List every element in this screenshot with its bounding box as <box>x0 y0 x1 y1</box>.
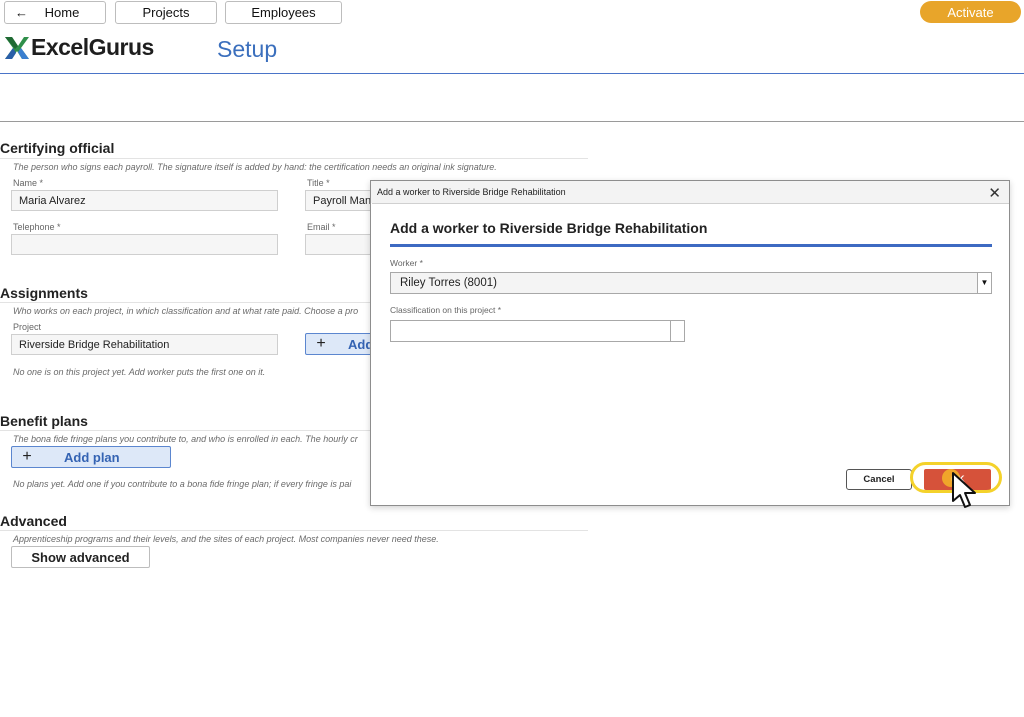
telephone-label: Telephone * <box>13 222 61 232</box>
telephone-field[interactable] <box>11 234 278 255</box>
dialog-window-title: Add a worker to Riverside Bridge Rehabil… <box>377 187 566 197</box>
dialog-body: Add a worker to Riverside Bridge Rehabil… <box>372 203 1009 506</box>
benefit-plans-hint: The bona fide fringe plans you contribut… <box>13 434 358 444</box>
activate-button[interactable]: Activate <box>920 1 1021 23</box>
employees-button-label: Employees <box>251 5 316 20</box>
project-select[interactable]: Riverside Bridge Rehabilitation <box>11 334 278 355</box>
name-field[interactable]: Maria Alvarez <box>11 190 278 211</box>
worker-select-value: Riley Torres (8001) <box>400 277 497 289</box>
classification-dropdown-handle[interactable] <box>670 321 684 341</box>
home-button[interactable]: ← Home <box>4 1 106 24</box>
excelgurus-x-icon <box>4 35 30 61</box>
employees-button[interactable]: Employees <box>225 1 342 24</box>
page-title: Setup <box>217 36 278 62</box>
dialog-heading: Add a worker to Riverside Bridge Rehabil… <box>390 220 708 236</box>
email-label: Email * <box>307 222 336 232</box>
close-icon[interactable]: ✕ <box>988 184 1001 202</box>
certifying-hint: The person who signs each payroll. The s… <box>13 162 497 172</box>
cancel-button-label: Cancel <box>863 474 895 485</box>
content-divider <box>0 121 1024 122</box>
home-button-label: Home <box>44 5 80 20</box>
plus-icon: + <box>22 448 32 465</box>
cancel-button[interactable]: Cancel <box>846 469 912 490</box>
worker-select[interactable]: Riley Torres (8001) ▼ <box>390 272 992 294</box>
classification-input[interactable] <box>390 320 685 342</box>
section-divider <box>0 530 588 531</box>
dialog-heading-underline <box>390 244 992 247</box>
assignments-empty-note: No one is on this project yet. Add worke… <box>13 367 266 377</box>
advanced-heading: Advanced <box>0 513 67 529</box>
classification-label: Classification on this project * <box>390 305 502 315</box>
header-divider <box>0 73 1024 74</box>
show-advanced-button-label: Show advanced <box>31 549 130 565</box>
name-label: Name * <box>13 178 44 188</box>
assignments-hint: Who works on each project, in which clas… <box>13 306 359 316</box>
assignments-heading: Assignments <box>0 285 88 301</box>
project-label: Project <box>13 322 42 332</box>
benefit-plans-empty-note: No plans yet. Add one if you contribute … <box>13 479 352 489</box>
benefit-plans-heading: Benefit plans <box>0 413 88 429</box>
add-plan-button-label: Add plan <box>64 449 120 465</box>
plus-icon: + <box>316 335 326 352</box>
projects-button[interactable]: Projects <box>115 1 217 24</box>
worker-label: Worker * <box>390 258 423 268</box>
certifying-official-heading: Certifying official <box>0 140 115 156</box>
logo-text: ExcelGurus <box>31 34 154 60</box>
activate-button-label: Activate <box>947 4 994 20</box>
dropdown-caret-icon[interactable]: ▼ <box>977 273 991 293</box>
advanced-hint: Apprenticeship programs and their levels… <box>13 534 439 544</box>
section-divider <box>0 158 588 159</box>
mouse-pointer-icon <box>951 471 979 511</box>
projects-button-label: Projects <box>142 5 190 20</box>
show-advanced-button[interactable]: Show advanced <box>11 546 150 568</box>
add-plan-button[interactable]: + Add plan <box>11 446 171 468</box>
add-worker-dialog: Add a worker to Riverside Bridge Rehabil… <box>370 180 1010 506</box>
title-label: Title * <box>307 178 330 188</box>
back-arrow-icon: ← <box>15 5 28 20</box>
dialog-title-bar: Add a worker to Riverside Bridge Rehabil… <box>371 181 1009 203</box>
excelgurus-logo: ExcelGurus <box>4 34 154 61</box>
